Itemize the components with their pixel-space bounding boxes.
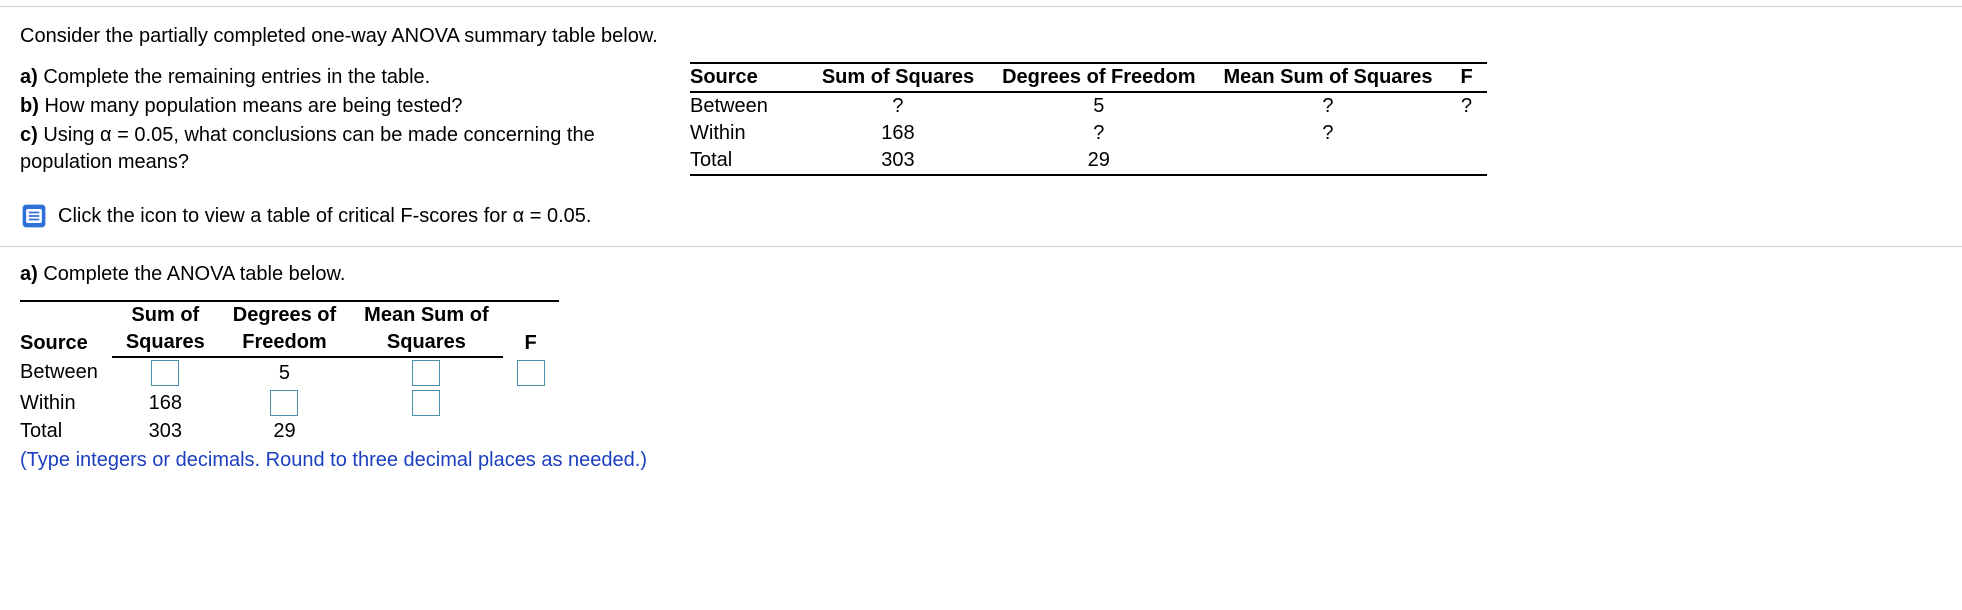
ans-th-source: Source [20, 301, 112, 357]
intro-text: Consider the partially completed one-way… [20, 25, 1942, 48]
within-df-input[interactable] [270, 390, 298, 416]
part-c-alpha: α = 0.05 [100, 124, 173, 146]
table-row: Total 303 29 [20, 418, 559, 445]
f-table-link-row: Click the icon to view a table of critic… [0, 184, 1962, 246]
ref-th-ms: Mean Sum of Squares [1210, 63, 1447, 92]
question-parts: a) Complete the remaining entries in the… [20, 62, 660, 178]
part-b-text: How many population means are being test… [39, 95, 463, 117]
ref-th-ss: Sum of Squares [808, 63, 988, 92]
answer-section: a) Complete the ANOVA table below. Sourc… [0, 247, 1962, 478]
ref-th-df: Degrees of Freedom [988, 63, 1209, 92]
ans-th-f: F [503, 301, 559, 357]
ans-th-ms2: Squares [350, 329, 502, 357]
book-icon[interactable] [20, 202, 48, 230]
part-c-label: c) [20, 124, 38, 146]
reference-anova-table: Source Sum of Squares Degrees of Freedom… [690, 62, 1942, 176]
ans-th-ss2: Squares [112, 329, 219, 357]
ref-th-source: Source [690, 63, 808, 92]
table-row: Between 5 [20, 357, 559, 388]
part-c-text-1: Using [38, 124, 100, 146]
ans-th-ms1: Mean Sum of [350, 301, 502, 329]
table-row: Total 303 29 [690, 147, 1487, 175]
table-row: Within 168 [20, 388, 559, 418]
ans-th-ss1: Sum of [112, 301, 219, 329]
part-a-label: a) [20, 66, 38, 88]
within-ms-input[interactable] [412, 390, 440, 416]
ans-th-df1: Degrees of [219, 301, 350, 329]
answer-part-label: a) [20, 263, 38, 285]
part-b-label: b) [20, 95, 39, 117]
problem-section: Consider the partially completed one-way… [0, 7, 1962, 184]
table-row: Between ? 5 ? ? [690, 92, 1487, 120]
part-a-text: Complete the remaining entries in the ta… [38, 66, 430, 88]
f-table-link-text[interactable]: Click the icon to view a table of critic… [58, 205, 591, 228]
answer-part-text: Complete the ANOVA table below. [38, 263, 346, 285]
ans-th-df2: Freedom [219, 329, 350, 357]
ref-th-f: F [1446, 63, 1486, 92]
between-ms-input[interactable] [412, 360, 440, 386]
table-row: Within 168 ? ? [690, 120, 1487, 147]
between-f-input[interactable] [517, 360, 545, 386]
rounding-hint: (Type integers or decimals. Round to thr… [20, 449, 1942, 472]
between-ss-input[interactable] [151, 360, 179, 386]
answer-anova-table: Source Sum of Degrees of Mean Sum of F S… [20, 300, 559, 445]
